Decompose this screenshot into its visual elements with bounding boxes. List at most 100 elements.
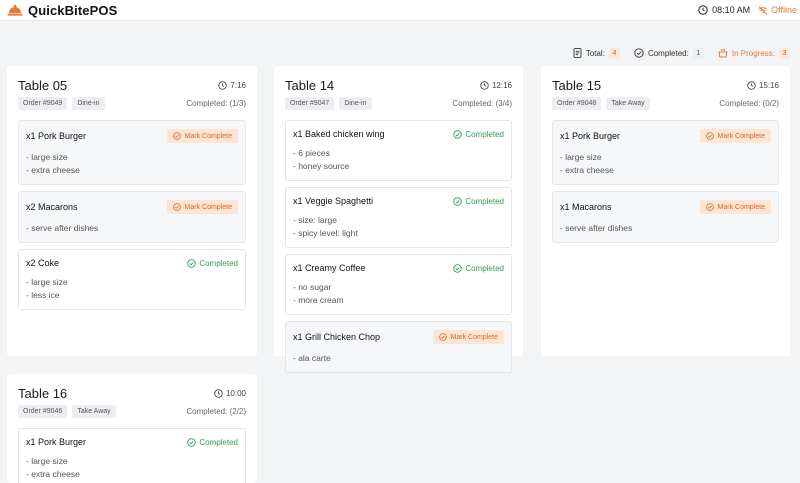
item-note: - large size <box>26 456 68 466</box>
item-note: - size: large <box>293 215 337 225</box>
completed-status: Completed <box>453 130 504 139</box>
clock-icon <box>218 81 228 90</box>
check-circle-icon <box>453 196 463 206</box>
connection-status[interactable]: Offline <box>758 5 797 15</box>
mark-complete-button[interactable]: Mark Complete <box>166 200 238 214</box>
order-item: x1 Baked chicken wing Completed - 6 piec… <box>285 120 512 181</box>
mark-complete-button[interactable]: Mark Complete <box>699 200 771 214</box>
completed-status: Completed <box>453 197 504 206</box>
order-card: Table 16 10:00 Order #9046 Take Away Com… <box>7 374 257 483</box>
time-text: 08:10 AM <box>712 5 751 15</box>
table-name: Table 16 <box>18 386 68 401</box>
order-item: x1 Macarons Mark Complete - serve after … <box>552 191 779 243</box>
status-text: Offline <box>771 5 797 15</box>
item-name: x2 Coke <box>26 258 60 268</box>
check-circle-icon <box>187 258 197 268</box>
document-icon <box>573 48 582 58</box>
brand[interactable]: QuickBitePOS <box>7 3 117 18</box>
stat-total-label: Total: <box>585 48 605 58</box>
clock-icon <box>698 5 708 15</box>
check-circle-icon <box>634 48 644 58</box>
order-item: x1 Grill Chicken Chop Mark Complete - al… <box>285 321 512 373</box>
elapsed-time: 15:16 <box>747 81 779 90</box>
item-note: - extra cheese <box>26 469 80 479</box>
order-card: Table 14 12:16 Order #9047 Dine-in Compl… <box>274 66 523 373</box>
clock-icon <box>480 81 489 90</box>
item-name: x1 Pork Burger <box>26 437 87 447</box>
item-note: - large size <box>560 152 602 162</box>
stat-total[interactable]: Total: 4 <box>573 47 620 59</box>
table-name: Table 05 <box>18 78 68 93</box>
order-item: x1 Creamy Coffee Completed - no sugar - … <box>285 254 512 315</box>
order-type-badge: Dine-in <box>339 97 372 110</box>
check-circle-icon <box>187 437 197 447</box>
item-note: - no sugar <box>293 282 332 292</box>
elapsed-time: 10:00 <box>214 389 246 398</box>
mark-complete-button[interactable]: Mark Complete <box>166 129 238 143</box>
order-type-badge: Take Away <box>72 405 116 418</box>
completed-progress: Completed: (1/3) <box>186 99 246 108</box>
check-circle-icon <box>453 263 463 273</box>
check-circle-icon <box>172 132 181 140</box>
order-item: x1 Veggie Spaghetti Completed - size: la… <box>285 187 512 248</box>
check-circle-icon <box>705 132 714 140</box>
wifi-off-icon <box>758 5 768 15</box>
item-name: x1 Grill Chicken Chop <box>293 332 381 342</box>
item-note: - serve after dishes <box>26 223 99 233</box>
table-name: Table 14 <box>285 78 335 93</box>
order-number-badge: Order #9046 <box>18 405 68 418</box>
item-note: - ala carte <box>293 353 331 363</box>
order-card: Table 05 7:16 Order #9049 Dine-in Comple… <box>7 66 257 356</box>
item-name: x1 Baked chicken wing <box>293 129 385 139</box>
order-card: Table 15 15:16 Order #9048 Take Away Com… <box>541 66 790 356</box>
check-circle-icon <box>438 333 447 341</box>
stat-completed-count: 1 <box>692 47 704 59</box>
top-bar: QuickBitePOS 08:10 AM Offline <box>0 0 800 21</box>
completed-status: Completed <box>187 259 238 268</box>
stat-completed[interactable]: Completed: 1 <box>634 47 704 59</box>
item-note: - 6 pieces <box>293 148 330 158</box>
item-note: - spicy level: light <box>293 228 358 238</box>
cooking-pot-icon <box>718 48 728 58</box>
check-circle-icon <box>172 203 181 211</box>
completed-status: Completed <box>453 264 504 273</box>
item-note: - extra cheese <box>560 165 614 175</box>
elapsed-time: 7:16 <box>218 81 246 90</box>
stat-completed-label: Completed: <box>647 48 689 58</box>
order-number-badge: Order #9047 <box>285 97 335 110</box>
completed-status: Completed <box>187 438 238 447</box>
order-item: x2 Coke Completed - large size - less ic… <box>18 249 246 310</box>
clock-icon <box>214 389 223 398</box>
completed-progress: Completed: (0/2) <box>719 99 779 108</box>
order-type-badge: Dine-in <box>72 97 105 110</box>
order-item: x1 Pork Burger Mark Complete - large siz… <box>552 120 779 185</box>
item-name: x1 Creamy Coffee <box>293 263 366 273</box>
clock-icon <box>747 81 756 90</box>
item-name: x1 Pork Burger <box>560 131 621 141</box>
table-name: Table 15 <box>552 78 602 93</box>
item-note: - large size <box>26 277 68 287</box>
stat-in-progress[interactable]: In Progress: 3 <box>718 47 790 59</box>
mark-complete-button[interactable]: Mark Complete <box>432 330 504 344</box>
item-note: - honey source <box>293 161 350 171</box>
order-number-badge: Order #9049 <box>18 97 68 110</box>
check-circle-icon <box>453 129 463 139</box>
item-note: - large size <box>26 152 68 162</box>
item-note: - less ice <box>26 290 60 300</box>
app-title: QuickBitePOS <box>28 2 118 18</box>
item-note: - extra cheese <box>26 165 80 175</box>
item-name: x1 Pork Burger <box>26 131 87 141</box>
stat-progress-count: 3 <box>779 47 790 59</box>
stat-progress-label: In Progress: <box>731 48 775 58</box>
order-stats: Total: 4 Completed: 1 In Progress: 3 <box>573 46 790 60</box>
item-name: x1 Veggie Spaghetti <box>293 196 374 206</box>
check-circle-icon <box>705 203 714 211</box>
order-number-badge: Order #9048 <box>552 97 602 110</box>
mark-complete-button[interactable]: Mark Complete <box>699 129 771 143</box>
item-note: - more cream <box>293 295 344 305</box>
item-note: - serve after dishes <box>560 223 633 233</box>
order-type-badge: Take Away <box>606 97 650 110</box>
completed-progress: Completed: (2/2) <box>186 407 246 416</box>
completed-progress: Completed: (3/4) <box>452 99 512 108</box>
current-time: 08:10 AM <box>698 5 750 15</box>
